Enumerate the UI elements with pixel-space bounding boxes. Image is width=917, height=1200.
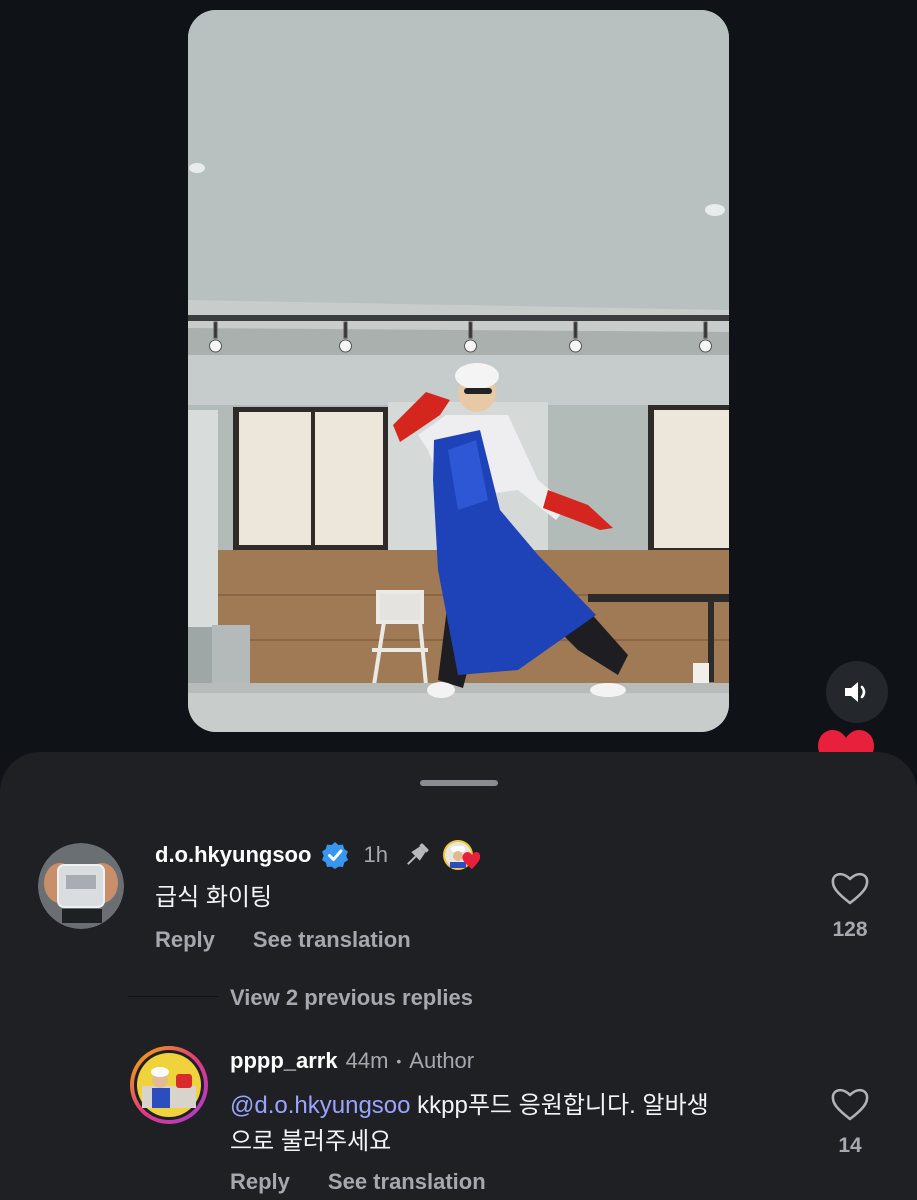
reply-timestamp: 44m [345,1048,389,1073]
like-heart-icon[interactable] [830,870,870,906]
pin-icon [407,843,429,865]
reply-avatar[interactable] [130,1046,208,1124]
reply-like-group: 14 [820,1086,880,1158]
comment-timestamp: 1h [363,842,388,867]
comment-text: 급식 화이팅 [155,884,273,911]
like-count: 128 [832,918,868,941]
replies-divider [128,996,218,997]
like-heart-icon[interactable] [830,1086,870,1122]
sheet-drag-handle[interactable] [420,780,498,786]
volume-button[interactable] [826,661,888,723]
comment-like-group: 128 [820,870,880,942]
mention-link[interactable]: @d.o.hkyungsoo [230,1092,410,1119]
see-translation-button[interactable]: See translation [253,927,411,953]
meta-separator: • [396,1053,402,1069]
video-player[interactable] [188,10,729,732]
avatar[interactable] [38,843,124,929]
reply-text-line2: 으로 불러주세요 [230,1128,392,1155]
video-frame-image [188,10,729,732]
reply-see-translation-button[interactable]: See translation [328,1169,486,1195]
view-previous-replies-button[interactable]: View 2 previous replies [230,985,473,1011]
volume-icon [845,682,866,702]
reply-username[interactable]: pppp_arrk [230,1048,338,1074]
reply-text: @d.o.hkyungsoo kkpp푸드 응원합니다. 알바생 으로 불러주세… [230,1088,790,1160]
creator-liked-icon [442,840,480,870]
reply-button[interactable]: Reply [155,927,215,953]
reply-like-count: 14 [838,1134,862,1157]
comments-sheet: d.o.hkyungsoo 1h 급식 화이팅 Reply See transl… [0,752,917,1200]
reply-reply-button[interactable]: Reply [230,1169,290,1195]
comment-username[interactable]: d.o.hkyungsoo [155,842,311,868]
verified-badge-icon [322,842,349,869]
author-badge: Author [409,1048,475,1073]
reply-text-line1: kkpp푸드 응원합니다. 알바생 [410,1092,709,1119]
